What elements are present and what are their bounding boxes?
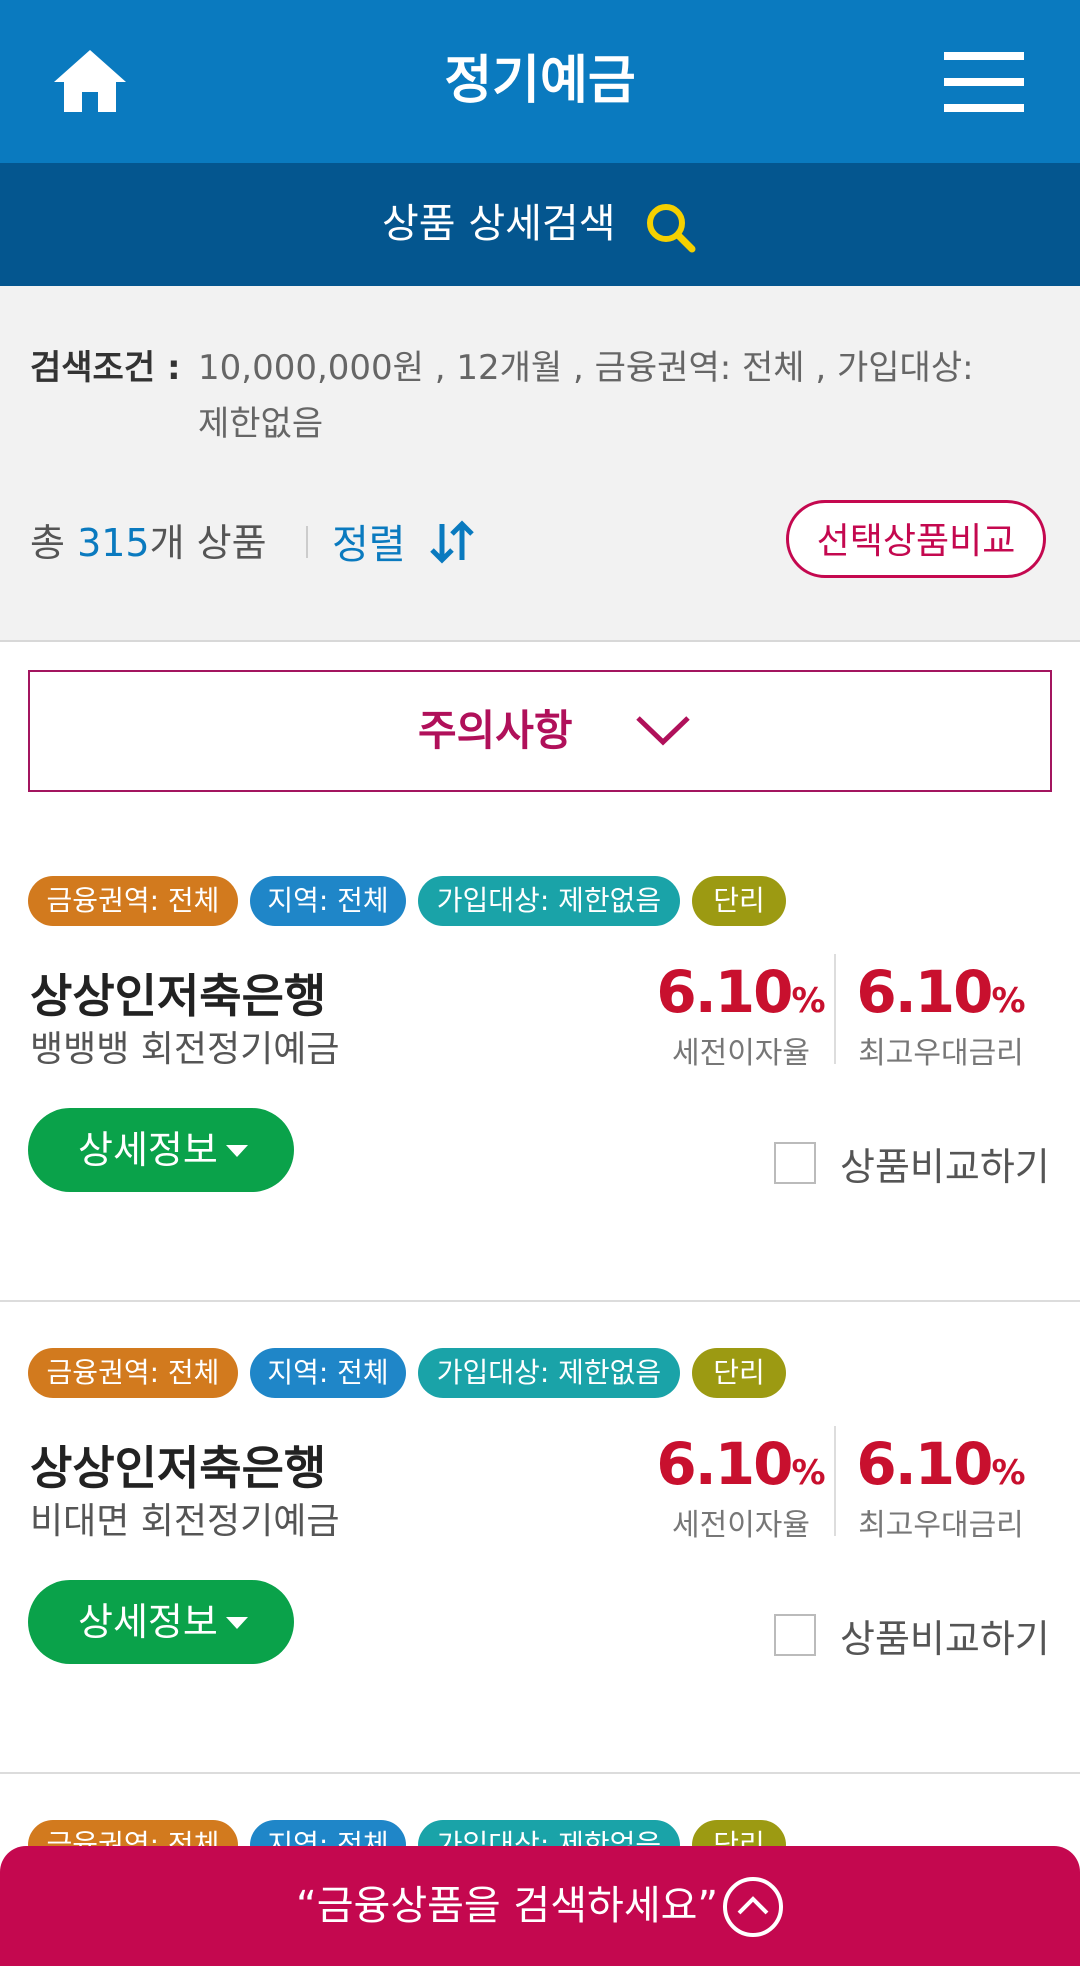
max-rate: 6.10% 최고우대금리 [846, 1430, 1036, 1544]
pre-tax-rate: 6.10% 세전이자율 [646, 1430, 836, 1544]
tag-sector: 금융권역: 전체 [28, 1348, 238, 1398]
tag-interest-type: 단리 [692, 1348, 786, 1398]
rate-divider [834, 1426, 836, 1536]
detail-info-button[interactable]: 상세정보 [28, 1580, 294, 1664]
total-count: 총 315개 상품 [30, 512, 267, 567]
tag-target: 가입대상: 제한없음 [418, 1348, 680, 1398]
app-header: 정기예금 [0, 0, 1080, 163]
total-count-number: 315 [77, 521, 150, 565]
rate-divider [834, 954, 836, 1064]
detail-info-label: 상세정보 [78, 1128, 218, 1172]
compare-checkbox-label[interactable]: 상품비교하기 [840, 1136, 1050, 1191]
sort-icon[interactable] [428, 520, 476, 564]
search-products-label: “금융상품을 검색하세요” [296, 1883, 719, 1929]
max-rate-value: 6.10 [856, 1430, 993, 1498]
detail-info-label: 상세정보 [78, 1600, 218, 1644]
product-name: 비대면 회전정기예금 [30, 1501, 340, 1542]
tag-region: 지역: 전체 [250, 1348, 406, 1398]
sort-label: 정렬 [332, 522, 406, 568]
search-conditions-panel: 검색조건 : 10,000,000원 , 12개월 , 금융권역: 전체 , 가… [0, 286, 1080, 642]
product-card: 금융권역: 전체 지역: 전체 가입대상: 제한없음 단리 상상인저축은행 비대… [0, 1302, 1080, 1774]
max-rate-label: 최고우대금리 [858, 1508, 1024, 1543]
caret-down-icon [226, 1617, 248, 1629]
page-title: 정기예금 [444, 51, 636, 111]
search-products-bar[interactable]: “금융상품을 검색하세요” [0, 1846, 1080, 1966]
max-rate-label: 최고우대금리 [858, 1036, 1024, 1071]
detail-search-bar[interactable]: 상품 상세검색 [0, 163, 1080, 286]
chevron-up-circle-icon[interactable] [722, 1876, 784, 1938]
compare-checkbox[interactable] [774, 1614, 816, 1656]
pre-tax-rate: 6.10% 세전이자율 [646, 958, 836, 1072]
caret-down-icon [226, 1145, 248, 1157]
bank-name: 상상인저축은행 [30, 969, 327, 1023]
compare-checkbox-label[interactable]: 상품비교하기 [840, 1608, 1050, 1663]
detail-info-button[interactable]: 상세정보 [28, 1108, 294, 1192]
notice-label: 주의사항 [418, 706, 573, 755]
total-suffix: 개 상품 [149, 521, 267, 565]
pre-tax-rate-value: 6.10 [656, 1430, 793, 1498]
notice-toggle[interactable]: 주의사항 [28, 670, 1052, 792]
product-card: 금융권역: 전체 지역: 전체 가입대상: 제한없음 단리 상상인저축은행 뱅뱅… [0, 830, 1080, 1302]
pre-tax-rate-label: 세전이자율 [672, 1508, 810, 1543]
pre-tax-rate-value: 6.10 [656, 958, 793, 1026]
tag-sector: 금융권역: 전체 [28, 876, 238, 926]
sort-button[interactable]: 정렬 [332, 512, 406, 570]
compare-checkbox[interactable] [774, 1142, 816, 1184]
tag-interest-type: 단리 [692, 876, 786, 926]
conditions-label: 검색조건 : [30, 348, 181, 388]
hamburger-menu-icon[interactable] [944, 52, 1024, 112]
max-rate-value: 6.10 [856, 958, 993, 1026]
search-icon [647, 204, 696, 253]
product-name: 뱅뱅뱅 회전정기예금 [30, 1029, 340, 1070]
percent-sign: % [991, 981, 1026, 1021]
compare-selected-button[interactable]: 선택상품비교 [786, 500, 1046, 578]
bank-name: 상상인저축은행 [30, 1441, 327, 1495]
divider [306, 526, 308, 558]
tag-target: 가입대상: 제한없음 [418, 876, 680, 926]
percent-sign: % [991, 1453, 1026, 1493]
detail-search-label: 상품 상세검색 [382, 201, 616, 247]
chevron-down-icon [636, 716, 690, 746]
percent-sign: % [791, 981, 826, 1021]
conditions-text: 10,000,000원 , 12개월 , 금융권역: 전체 , 가입대상: 제한… [198, 348, 974, 444]
pre-tax-rate-label: 세전이자율 [672, 1036, 810, 1071]
tag-region: 지역: 전체 [250, 876, 406, 926]
percent-sign: % [791, 1453, 826, 1493]
max-rate: 6.10% 최고우대금리 [846, 958, 1036, 1072]
total-prefix: 총 [30, 521, 65, 565]
